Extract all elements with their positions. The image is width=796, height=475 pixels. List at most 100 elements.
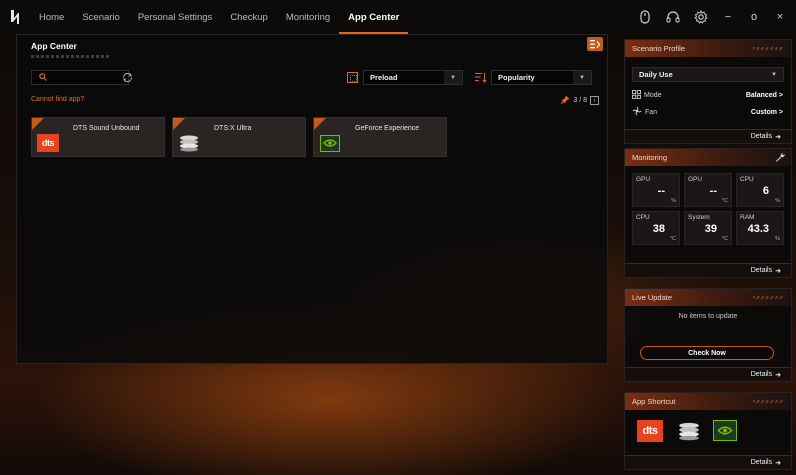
live-update-panel: Live Update No items to update Details ➜ (624, 288, 792, 382)
monitor-value: 39 (704, 223, 717, 235)
check-now-button[interactable]: Check Now (640, 346, 774, 360)
page-title: App Center (31, 41, 77, 51)
preload-icon (347, 72, 358, 83)
decorative-stripes (753, 400, 783, 403)
search-icon (39, 72, 47, 83)
monitor-cpu-temp: CPU 38 °C (632, 211, 680, 245)
app-logo-icon (0, 0, 30, 34)
pinned-badge-icon[interactable] (32, 118, 44, 130)
monitor-label: GPU (688, 176, 703, 183)
fan-label: Fan (632, 106, 657, 118)
search-box (31, 70, 131, 85)
maximize-button[interactable]: o (744, 6, 764, 28)
live-update-header: Live Update (625, 289, 791, 306)
tab-personal-settings[interactable]: Personal Settings (129, 0, 221, 34)
shortcut-dts-icon[interactable]: dts (637, 420, 663, 442)
app-center-panel: App Center Cannot find app? Preload ▼ Po… (16, 34, 608, 364)
tab-home[interactable]: Home (30, 0, 73, 34)
decorative-stripes (753, 296, 783, 299)
panel-title: Live Update (632, 293, 673, 302)
preload-select-value: Preload (370, 73, 398, 82)
monitor-label: GPU (636, 176, 651, 183)
live-update-details-button[interactable]: Details ➜ (625, 367, 791, 381)
decorative-stripes (753, 47, 783, 50)
monitor-unit: °C (721, 236, 728, 242)
fan-row[interactable]: Fan Custom > (632, 106, 783, 118)
fan-icon (632, 106, 642, 118)
chevron-down-icon: ▼ (573, 71, 591, 84)
chevron-down-icon: ▼ (765, 68, 783, 81)
fan-label-text: Fan (645, 108, 658, 116)
tab-monitoring[interactable]: Monitoring (277, 0, 339, 34)
mouse-icon[interactable] (634, 6, 656, 28)
mode-row[interactable]: Mode Balanced > (632, 90, 783, 101)
app-card-dtsx-ultra[interactable]: DTS:X Ultra (172, 117, 306, 157)
mode-grid-icon (632, 90, 641, 101)
details-label: Details (750, 459, 773, 466)
monitoring-panel: Monitoring GPU -- % GPU -- °C CPU 6 % CP… (624, 148, 792, 278)
live-update-status: No items to update (678, 313, 738, 320)
mode-label-text: Mode (644, 92, 662, 99)
monitor-ram-usage: RAM 43.3 % (736, 211, 784, 245)
arrow-right-icon: ➜ (775, 371, 781, 379)
scenario-details-button[interactable]: Details ➜ (625, 129, 791, 143)
shortcut-details-button[interactable]: Details ➜ (625, 455, 791, 469)
tab-app-center[interactable]: App Center (339, 0, 409, 34)
monitor-unit: °C (669, 236, 676, 242)
monitor-value: -- (709, 185, 717, 197)
wrench-icon[interactable] (775, 152, 785, 164)
panel-title: App Shortcut (632, 397, 676, 406)
scenario-profile-header: Scenario Profile (625, 40, 791, 57)
close-button[interactable]: × (770, 6, 790, 28)
preload-select[interactable]: Preload ▼ (363, 70, 463, 85)
shortcut-dtsx-icon[interactable] (677, 421, 701, 443)
monitoring-details-button[interactable]: Details ➜ (625, 263, 791, 277)
details-label: Details (750, 267, 773, 274)
sort-icon (475, 72, 487, 83)
arrow-right-icon: ➜ (775, 267, 781, 275)
main-nav: Home Scenario Personal Settings Checkup … (30, 0, 409, 34)
top-bar: Home Scenario Personal Settings Checkup … (0, 0, 796, 34)
chevron-down-icon: ▼ (444, 71, 462, 84)
monitor-label: RAM (740, 214, 755, 221)
monitor-label: CPU (636, 214, 650, 221)
sort-select[interactable]: Popularity ▼ (491, 70, 592, 85)
nvidia-icon (319, 134, 341, 152)
sort-select-value: Popularity (498, 73, 535, 82)
tab-checkup[interactable]: Checkup (221, 0, 277, 34)
decorative-hatch (31, 55, 111, 58)
minimize-button[interactable]: − (718, 6, 738, 28)
monitor-unit: % (671, 198, 676, 204)
monitor-system-temp: System 39 °C (684, 211, 732, 245)
monitor-value: 43.3 (747, 223, 769, 235)
panel-title: Monitoring (632, 153, 668, 162)
refresh-icon[interactable] (121, 71, 135, 85)
pinned-badge-icon[interactable] (314, 118, 326, 130)
app-card-name: DTS Sound Unbound (73, 125, 140, 132)
pinned-badge-icon[interactable] (173, 118, 185, 130)
shortcut-nvidia-icon[interactable] (713, 420, 737, 441)
info-icon[interactable]: i (590, 96, 599, 105)
app-card-dts-sound-unbound[interactable]: dts DTS Sound Unbound (31, 117, 165, 157)
monitor-value: 6 (762, 185, 769, 197)
monitor-gpu-temp: GPU -- °C (684, 173, 732, 207)
app-card-name: DTS:X Ultra (214, 125, 252, 132)
settings-gear-icon[interactable] (690, 6, 712, 28)
tab-scenario[interactable]: Scenario (73, 0, 129, 34)
monitor-label: System (688, 214, 710, 221)
cannot-find-app-link[interactable]: Cannot find app? (31, 96, 84, 103)
arrow-right-icon: ➜ (775, 133, 781, 141)
monitor-value: 38 (652, 223, 665, 235)
app-card-geforce-experience[interactable]: GeForce Experience (313, 117, 447, 157)
dtsx-icon (178, 134, 200, 152)
monitoring-header: Monitoring (625, 149, 791, 166)
collapse-panel-button[interactable] (587, 37, 603, 51)
monitor-unit: °C (721, 198, 728, 204)
search-input[interactable] (51, 73, 131, 82)
headset-icon[interactable] (662, 6, 684, 28)
panel-title: Scenario Profile (632, 44, 685, 53)
scenario-profile-panel: Scenario Profile Daily Use ▼ Mode Balanc… (624, 39, 792, 144)
details-label: Details (750, 133, 773, 140)
monitor-label: CPU (740, 176, 754, 183)
profile-select[interactable]: Daily Use ▼ (632, 67, 784, 82)
